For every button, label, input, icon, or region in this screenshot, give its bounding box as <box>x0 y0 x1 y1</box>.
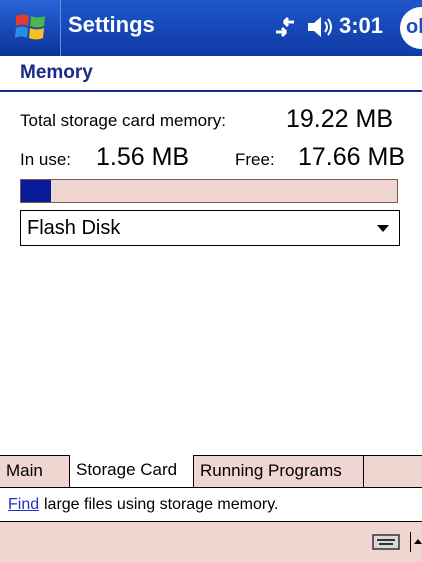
memory-usage-fill <box>21 180 52 202</box>
free-value: 17.66 MB <box>298 143 406 171</box>
hint-bar: Find large files using storage memory. <box>0 487 422 522</box>
tab-main[interactable]: Main <box>0 456 70 487</box>
keyboard-icon[interactable] <box>372 534 400 550</box>
ok-button[interactable]: ok <box>400 7 422 49</box>
connectivity-icon[interactable] <box>272 16 298 38</box>
tab-running-programs[interactable]: Running Programs <box>194 456 364 487</box>
find-link[interactable]: Find <box>8 496 39 514</box>
input-panel-arrow[interactable] <box>410 532 422 552</box>
start-button[interactable] <box>0 0 61 56</box>
section-header: Memory <box>0 56 422 92</box>
storage-select-value: Flash Disk <box>27 217 121 239</box>
in-use-label: In use: <box>20 150 72 169</box>
tab-bar: Main Storage Card Running Programs <box>0 455 422 488</box>
tab-storage-card[interactable]: Storage Card <box>70 455 194 487</box>
windows-flag-icon <box>15 14 45 40</box>
chevron-up-icon <box>414 539 422 544</box>
memory-usage-bar <box>20 179 398 203</box>
section-divider <box>0 90 422 92</box>
clock[interactable]: 3:01 <box>339 13 383 39</box>
total-memory-value: 19.22 MB <box>286 105 394 133</box>
total-memory-label: Total storage card memory: <box>20 111 226 130</box>
page-title: Memory <box>20 62 93 83</box>
in-use-value: 1.56 MB <box>96 143 190 171</box>
hint-text: large files using storage memory. <box>44 496 279 513</box>
menu-bar <box>0 521 422 562</box>
app-title: Settings <box>68 12 155 37</box>
chevron-down-icon <box>377 225 389 232</box>
storage-select[interactable]: Flash Disk <box>20 210 400 246</box>
speaker-icon[interactable] <box>306 14 334 40</box>
title-bar: Settings 3:01 ok <box>0 0 422 56</box>
free-label: Free: <box>235 150 275 169</box>
